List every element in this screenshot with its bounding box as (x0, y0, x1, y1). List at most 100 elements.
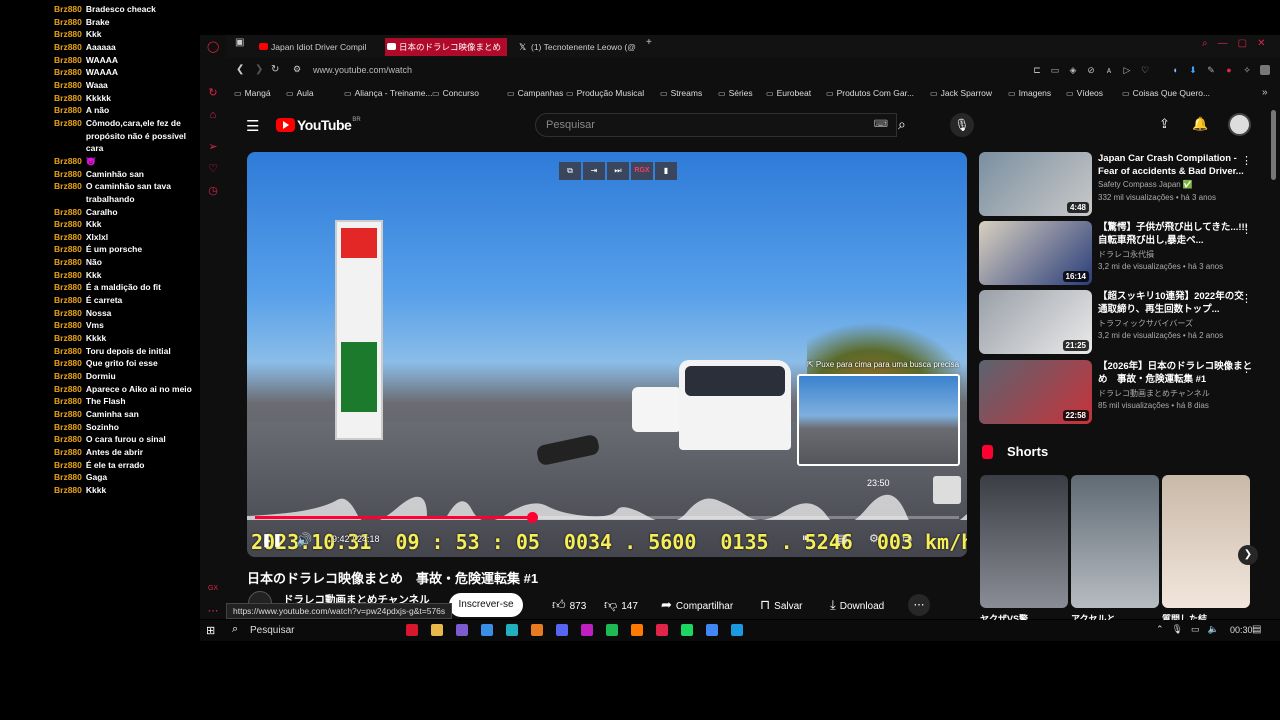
autoplay-toggle-icon[interactable]: ⏸ (802, 532, 808, 545)
maximize-icon[interactable]: ▢ (1238, 38, 1247, 49)
channel-name[interactable]: Safety Compass Japan ✅ (1098, 180, 1193, 189)
upload-icon[interactable]: ⇪ (1159, 116, 1170, 132)
save-button[interactable]: ⊓ Salvar (760, 594, 803, 616)
page-scrollbar[interactable] (1271, 110, 1276, 180)
video-title[interactable]: 【超スッキリ10連発】2022年の交通取締り、再生回数トップ... (1098, 290, 1253, 316)
bag-icon[interactable]: ⌂ (207, 109, 219, 121)
bookmark-folder[interactable]: Eurobeat (766, 88, 812, 98)
tray-mic-icon[interactable]: 🎙 (1172, 624, 1183, 635)
taskbar-search-label[interactable]: Pesquisar (250, 625, 294, 636)
progress-scrubber[interactable] (526, 512, 538, 523)
video-thumbnail[interactable]: 16:14 (979, 221, 1092, 285)
url-text[interactable]: www.youtube.com/watch (313, 65, 412, 75)
video-thumbnail[interactable]: 21:25 (979, 290, 1092, 354)
taskbar-app-icon[interactable] (706, 624, 718, 636)
search-icon[interactable]: ⌕ (898, 116, 906, 133)
bookmark-folder[interactable]: Aula (286, 88, 314, 98)
search-tabs-icon[interactable]: ⌕ (1202, 38, 1208, 49)
video-thumbnail[interactable]: 22:58 (979, 360, 1092, 424)
snapshot-icon[interactable]: ▭ (1050, 65, 1060, 75)
extensions-icon[interactable]: ✧ (1242, 65, 1252, 75)
more-vert-icon[interactable]: ⋮ (1241, 223, 1252, 236)
translate-icon[interactable]: ᴀ (1104, 65, 1114, 75)
more-vert-icon[interactable]: ⋮ (1241, 362, 1252, 375)
video-title[interactable]: 【驚愕】子供が飛び出してきた...!!! 自転車飛び出し,暴走ベ... (1098, 221, 1253, 247)
popout-icon[interactable]: ⧉ (559, 162, 581, 180)
bookmark-folder[interactable]: Produtos Com Gar... (826, 88, 914, 98)
profile-icon[interactable] (1260, 65, 1270, 75)
new-tab-button[interactable]: + (646, 37, 652, 48)
taskbar-app-icon[interactable] (581, 624, 593, 636)
taskbar-app-icon[interactable] (431, 624, 443, 636)
bookmark-folder[interactable]: Campanhas (507, 88, 564, 98)
tray-chevron-icon[interactable]: ⌃ (1156, 624, 1164, 635)
recommended-video[interactable]: 21:25 【超スッキリ10連発】2022年の交通取締り、再生回数トップ... … (979, 290, 1269, 354)
tray-network-icon[interactable]: ▭ (1191, 624, 1200, 635)
taskbar-app-icon[interactable] (481, 624, 493, 636)
rgx-button[interactable]: RGX (631, 162, 653, 180)
close-icon[interactable]: ✕ (1257, 38, 1265, 49)
pause-icon[interactable]: ❚❚ (261, 532, 283, 548)
channel-name[interactable]: トラフィックサバイバーズ (1098, 318, 1193, 329)
short-title[interactable]: 質問した結 (1162, 612, 1248, 620)
short-title[interactable]: ヤクザVS警 (980, 612, 1066, 620)
settings-icon[interactable]: ⚙ (869, 532, 879, 545)
short-thumbnail[interactable] (980, 475, 1068, 608)
bookmark-folder[interactable]: Mangá (234, 88, 271, 98)
extension-icon[interactable]: ◖ (1170, 65, 1180, 75)
skip-icon[interactable]: ⏭ (607, 162, 629, 180)
bookmark-folder[interactable]: Jack Sparrow (930, 88, 993, 98)
taskbar-app-icon[interactable] (531, 624, 543, 636)
tab-japan-idiot-driver[interactable]: Japan Idiot Driver Compil (257, 38, 379, 56)
clock-icon[interactable]: ◷ (207, 185, 219, 197)
bookmark-folder[interactable]: Coisas Que Quero... (1122, 88, 1210, 98)
taskbar-app-icon[interactable] (556, 624, 568, 636)
like-button[interactable]: 👍︎ 873 (552, 594, 586, 616)
bookmark-folder[interactable]: Vídeos (1066, 88, 1103, 98)
taskbar-app-icon[interactable] (606, 624, 618, 636)
send-icon[interactable]: ➢ (207, 141, 219, 153)
recommended-video[interactable]: 4:48 Japan Car Crash Compilation - Fear … (979, 152, 1269, 216)
site-info-icon[interactable]: ⚙ (293, 64, 301, 75)
download-ext-icon[interactable]: ⬇ (1188, 65, 1198, 75)
channel-name[interactable]: ドラレコ動画まとめチャンネル (1098, 388, 1210, 399)
vpn-icon[interactable]: ◈ (1068, 65, 1078, 75)
extension-icon[interactable]: ● (1224, 65, 1234, 75)
video-player[interactable]: ⧉ ⇥ ⏭ RGX ▮ ⇱ Puxe para cima para uma bu… (247, 152, 967, 557)
video-thumbnail[interactable]: 4:48 (979, 152, 1092, 216)
tab-tecnotenente[interactable]: 𝕏 (1) Tecnotenente Leowo (@ (517, 38, 639, 56)
taskbar-app-icon[interactable] (456, 624, 468, 636)
search-input[interactable]: Pesquisar ⌨ (535, 113, 897, 137)
recommended-video[interactable]: 22:58 【2026年】日本のドラレコ映像まとめ 事故・危険運転集 #1 ドラ… (979, 360, 1269, 424)
notifications-bell-icon[interactable]: 🔔 (1192, 116, 1208, 132)
heart-icon[interactable]: ♡ (207, 163, 219, 175)
adblock-icon[interactable]: ⊘ (1086, 65, 1096, 75)
more-actions-icon[interactable]: ⋯ (908, 594, 930, 616)
reload-icon[interactable]: ↻ (271, 64, 279, 75)
more-dots-icon[interactable]: ⋯ (207, 605, 219, 617)
bookmark-folder[interactable]: Streams (660, 88, 703, 98)
short-title[interactable]: アクセルと (1071, 612, 1157, 620)
taskbar-search-icon[interactable]: ⌕ (232, 623, 238, 636)
tab-workspaces-icon[interactable]: ▣ (235, 37, 244, 48)
share-button[interactable]: ➦ Compartilhar (661, 594, 733, 616)
keyboard-icon[interactable]: ⌨ (874, 119, 888, 130)
taskbar-app-icon[interactable] (406, 624, 418, 636)
heart-icon[interactable]: ♡ (1140, 65, 1150, 75)
history-icon[interactable]: ↻ (207, 87, 219, 99)
subscribe-button[interactable]: Inscrever-se (449, 593, 523, 617)
notifications-icon[interactable]: ▤ (1252, 624, 1261, 635)
bookmark-folder[interactable]: Imagens (1008, 88, 1052, 98)
taskbar-app-icon[interactable] (681, 624, 693, 636)
progress-bar[interactable] (255, 512, 959, 523)
player-icon[interactable]: ▷ (1122, 65, 1132, 75)
short-thumbnail[interactable] (1162, 475, 1250, 608)
hamburger-menu-icon[interactable]: ☰ (246, 117, 259, 135)
bookmarks-overflow-icon[interactable]: » (1262, 87, 1268, 98)
taskbar-clock[interactable]: 00:30 (1230, 625, 1253, 635)
short-thumbnail[interactable] (1071, 475, 1159, 608)
bookmark-folder[interactable]: Produção Musical (566, 88, 645, 98)
mini-player-icon[interactable]: ▮ (655, 162, 677, 180)
tab-drareco[interactable]: 日本のドラレコ映像まとめ (385, 38, 507, 56)
extension-icon[interactable]: ✎ (1206, 65, 1216, 75)
